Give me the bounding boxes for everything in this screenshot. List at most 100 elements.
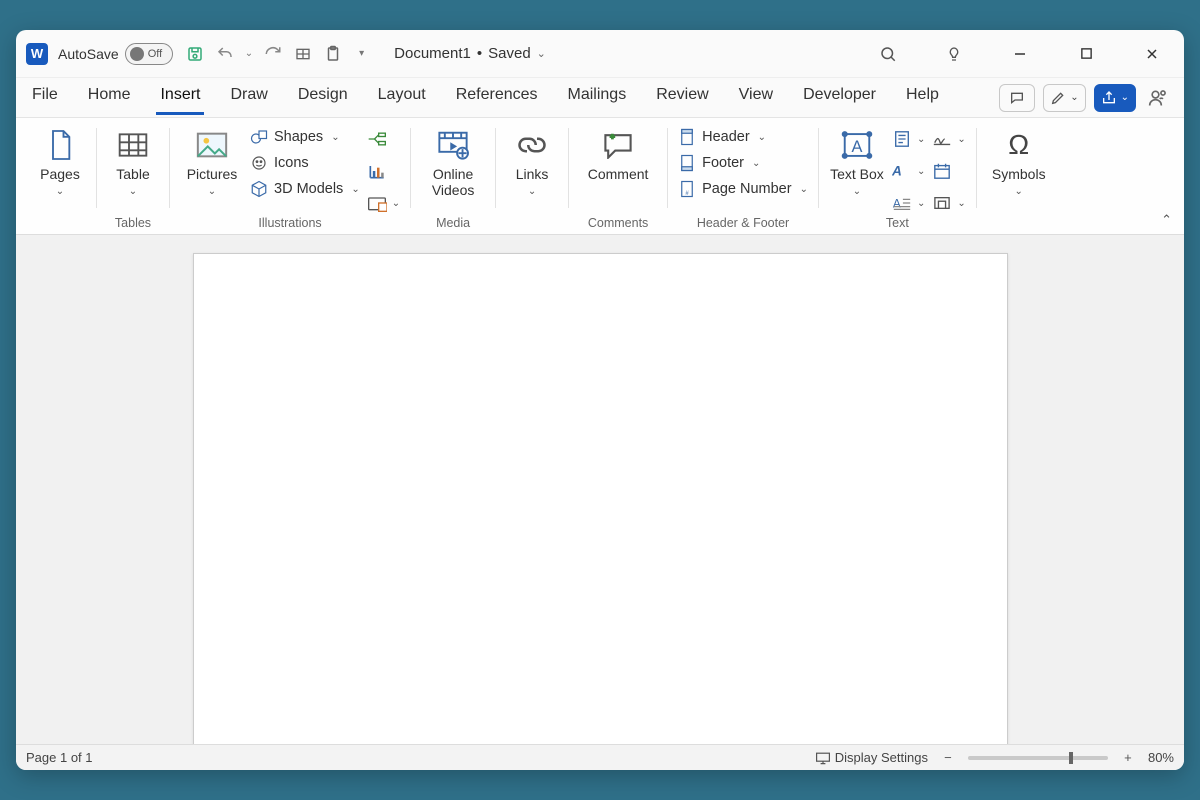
tab-references[interactable]: References: [452, 80, 542, 115]
text-box-label: Text Box: [830, 166, 884, 182]
editing-mode-button[interactable]: ⌄: [1043, 84, 1085, 112]
collapse-ribbon-button[interactable]: ⌃: [1161, 212, 1172, 228]
undo-more-icon[interactable]: ⌄: [245, 48, 253, 59]
3d-models-label: 3D Models: [274, 181, 343, 197]
symbols-button[interactable]: Ω Symbols ⌄: [987, 124, 1051, 197]
date-time-button[interactable]: [931, 160, 965, 182]
app-window: W AutoSave Off ⌄ ▾ Docum: [16, 30, 1184, 770]
zoom-out-button[interactable]: −: [940, 750, 956, 765]
display-settings-button[interactable]: Display Settings: [815, 750, 928, 765]
tab-layout[interactable]: Layout: [374, 80, 430, 115]
object-button[interactable]: ⌄: [931, 192, 965, 214]
window-controls: [870, 36, 1170, 72]
table-button[interactable]: Table ⌄: [107, 124, 159, 197]
comments-pane-button[interactable]: [999, 84, 1035, 112]
chevron-down-icon: ⌄: [208, 186, 216, 197]
pages-icon: [43, 128, 77, 162]
page-number-button[interactable]: # Page Number ⌄: [678, 180, 808, 198]
links-label: Links: [516, 166, 549, 182]
online-videos-button[interactable]: Online Videos: [421, 124, 485, 198]
chart-button[interactable]: [366, 160, 400, 182]
group-links: Links ⌄: [496, 122, 568, 234]
comment-button[interactable]: Comment: [579, 124, 657, 182]
qat-grid-icon[interactable]: [293, 44, 313, 64]
tab-developer[interactable]: Developer: [799, 80, 880, 115]
icons-button[interactable]: Icons: [250, 154, 360, 172]
drop-cap-button[interactable]: A⌄: [891, 192, 925, 214]
undo-icon[interactable]: [215, 44, 235, 64]
tab-review[interactable]: Review: [652, 80, 712, 115]
header-button[interactable]: Header ⌄: [678, 128, 808, 146]
quick-parts-button[interactable]: ⌄: [891, 128, 925, 150]
page-indicator[interactable]: Page 1 of 1: [26, 750, 93, 765]
autosave-toggle[interactable]: Off: [125, 43, 173, 65]
omega-icon: Ω: [1002, 128, 1036, 162]
chevron-down-icon: ⌄: [800, 184, 808, 195]
qat-customize-icon[interactable]: ▾: [359, 48, 364, 59]
shapes-button[interactable]: Shapes ⌄: [250, 128, 360, 146]
zoom-in-button[interactable]: +: [1120, 750, 1136, 765]
ribbon-tabs: File Home Insert Draw Design Layout Refe…: [28, 80, 943, 115]
group-header-footer: Header ⌄ Footer ⌄ # Page Nu: [668, 122, 818, 234]
document-title[interactable]: Document1 • Saved ⌄: [394, 45, 546, 62]
drop-cap-icon: A: [891, 192, 913, 214]
redo-icon[interactable]: [263, 44, 283, 64]
header-icon: [678, 128, 696, 146]
lightbulb-icon[interactable]: [936, 36, 972, 72]
footer-button[interactable]: Footer ⌄: [678, 154, 808, 172]
chevron-down-icon: ⌄: [853, 186, 861, 197]
links-button[interactable]: Links ⌄: [506, 124, 558, 197]
group-text: A Text Box ⌄ ⌄ A⌄ A⌄ ⌄ ⌄ Text: [819, 122, 976, 234]
screenshot-icon: [366, 192, 388, 214]
signature-line-button[interactable]: ⌄: [931, 128, 965, 150]
autosave-label: AutoSave: [58, 46, 119, 62]
save-icon[interactable]: [185, 44, 205, 64]
chart-icon: [366, 160, 388, 182]
document-page[interactable]: [193, 253, 1008, 744]
autosave-state: Off: [148, 48, 162, 60]
tab-mailings[interactable]: Mailings: [564, 80, 631, 115]
minimize-button[interactable]: [1002, 36, 1038, 72]
pages-label: Pages: [40, 166, 80, 182]
3d-models-button[interactable]: 3D Models ⌄: [250, 180, 360, 198]
symbols-label: Symbols: [992, 166, 1046, 182]
tab-help[interactable]: Help: [902, 80, 943, 115]
title-bar: W AutoSave Off ⌄ ▾ Docum: [16, 30, 1184, 78]
zoom-level[interactable]: 80%: [1148, 750, 1174, 765]
pages-button[interactable]: Pages ⌄: [34, 124, 86, 197]
smartart-button[interactable]: [366, 128, 400, 150]
autosave-knob-icon: [130, 47, 144, 61]
group-tables: Table ⌄ Tables: [97, 122, 169, 234]
text-box-button[interactable]: A Text Box ⌄: [829, 124, 885, 197]
page-number-label: Page Number: [702, 181, 791, 197]
close-button[interactable]: [1134, 36, 1170, 72]
tab-home[interactable]: Home: [84, 80, 135, 115]
qat-paste-icon[interactable]: [323, 44, 343, 64]
tab-file[interactable]: File: [28, 80, 62, 115]
header-label: Header: [702, 129, 750, 145]
comments-group-label: Comments: [588, 216, 648, 230]
quick-access-toolbar: ⌄ ▾: [185, 44, 364, 64]
maximize-button[interactable]: [1068, 36, 1104, 72]
tab-draw[interactable]: Draw: [226, 80, 271, 115]
share-button[interactable]: ⌄: [1094, 84, 1136, 112]
tab-view[interactable]: View: [735, 80, 777, 115]
tab-insert[interactable]: Insert: [156, 80, 204, 115]
pictures-label: Pictures: [187, 166, 238, 182]
zoom-slider[interactable]: [968, 756, 1108, 760]
video-icon: [436, 128, 470, 162]
group-pages: Pages ⌄: [24, 122, 96, 234]
svg-text:A: A: [892, 164, 902, 179]
screenshot-button[interactable]: ⌄: [366, 192, 400, 214]
quick-parts-icon: [891, 128, 913, 150]
account-icon[interactable]: [1144, 84, 1172, 112]
chevron-down-icon: ⌄: [752, 158, 760, 169]
tables-group-label: Tables: [115, 216, 151, 230]
tab-design[interactable]: Design: [294, 80, 352, 115]
document-canvas[interactable]: [16, 235, 1184, 744]
pictures-button[interactable]: Pictures ⌄: [180, 124, 244, 197]
chevron-down-icon: ⌄: [528, 186, 536, 197]
search-icon[interactable]: [870, 36, 906, 72]
online-videos-label: Online Videos: [421, 166, 485, 198]
wordart-button[interactable]: A⌄: [891, 160, 925, 182]
